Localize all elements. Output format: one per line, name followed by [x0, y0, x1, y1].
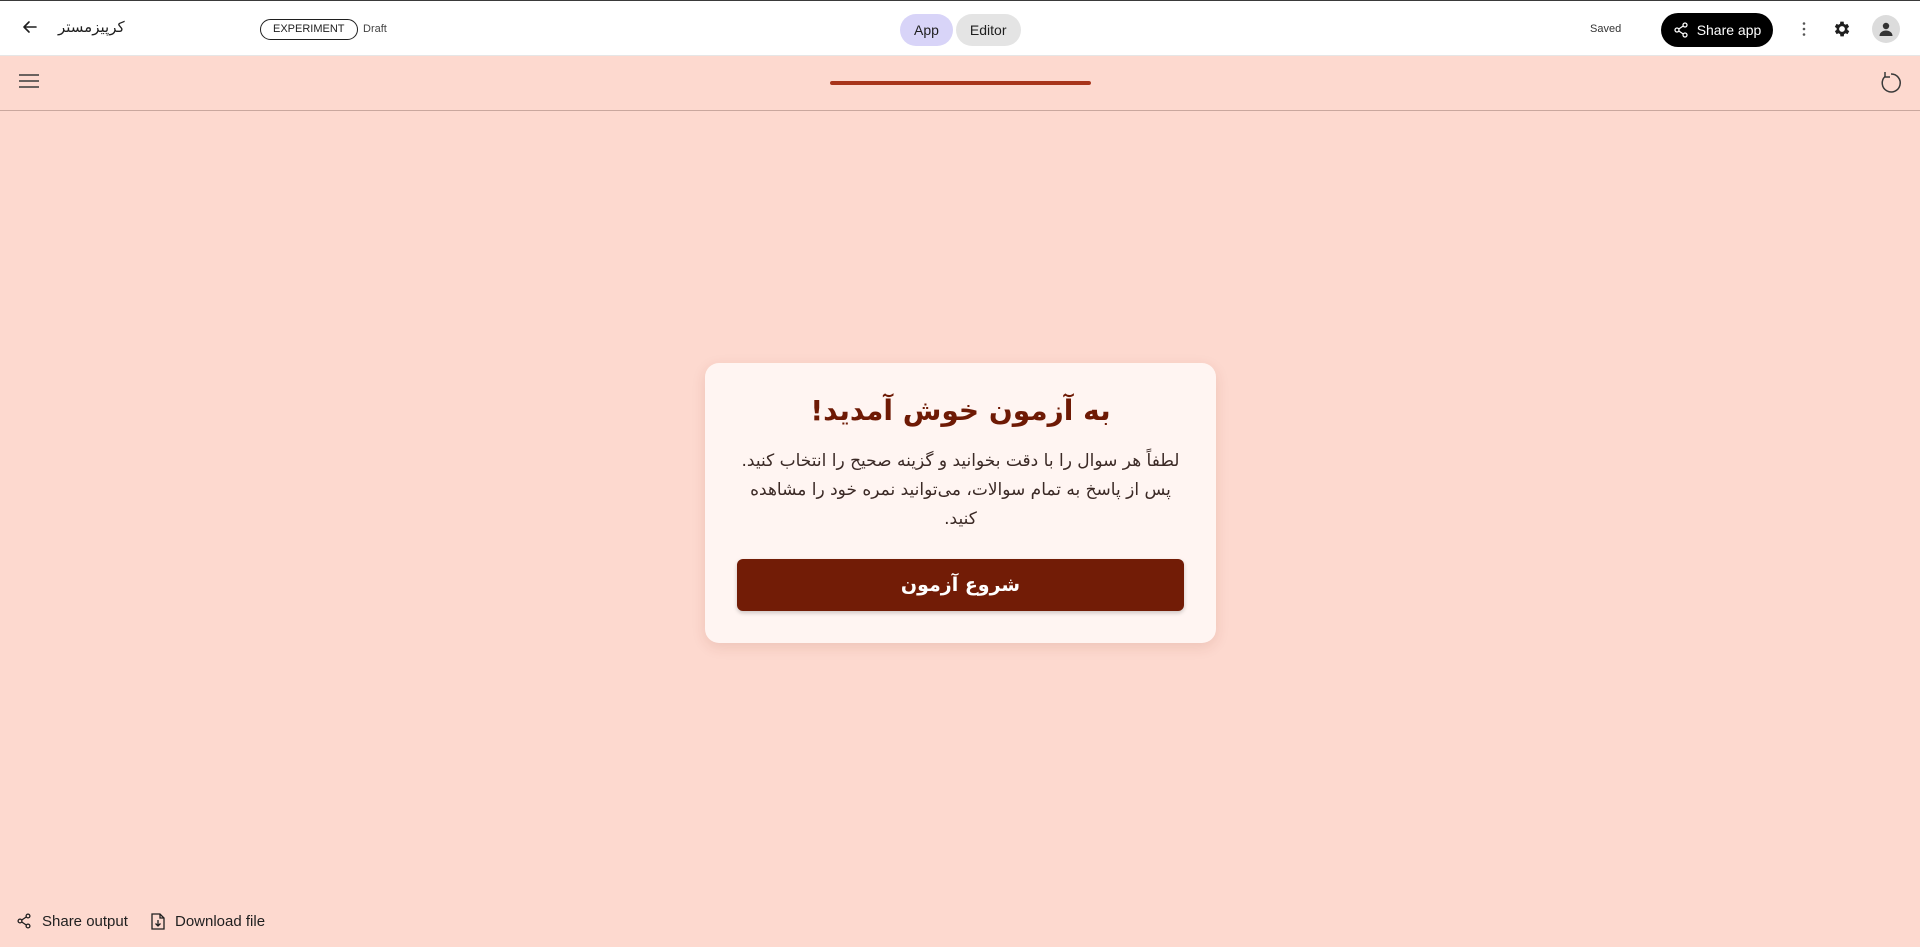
arrow-left-icon: [23, 21, 37, 33]
restart-button[interactable]: [1878, 70, 1904, 96]
download-file-label: Download file: [175, 912, 266, 930]
start-quiz-button[interactable]: شروع آزمون: [737, 559, 1184, 611]
refresh-icon: [1881, 72, 1901, 93]
file-download-icon: [151, 912, 165, 930]
app-toolbar: [0, 56, 1920, 111]
gear-icon: [1834, 21, 1850, 37]
settings-button[interactable]: [1830, 17, 1854, 41]
tab-app[interactable]: App: [900, 14, 953, 46]
avatar[interactable]: [1872, 15, 1900, 43]
experiment-badge: EXPERIMENT: [260, 19, 358, 40]
back-button[interactable]: [18, 15, 42, 39]
share-icon: [17, 913, 31, 929]
more-vert-icon: [1802, 22, 1806, 36]
mode-switch: App Editor: [900, 14, 1021, 46]
quiz-progress-bar: [830, 81, 1091, 85]
person-icon: [1879, 22, 1893, 36]
share-app-button[interactable]: Share app: [1661, 13, 1773, 47]
app-title[interactable]: کرپیزمستر: [58, 18, 125, 36]
welcome-text: لطفاً هر سوال را با دقت بخوانید و گزینه …: [741, 451, 1180, 529]
share-output-label: Share output: [42, 912, 128, 930]
saved-status: Saved: [1590, 23, 1622, 35]
draft-status: Draft: [363, 23, 387, 35]
top-bar: کرپیزمستر EXPERIMENT Draft App Editor Sa…: [0, 0, 1920, 56]
tab-editor[interactable]: Editor: [955, 14, 1021, 46]
welcome-title: به آزمون خوش آمدید!: [810, 394, 1111, 427]
more-options-button[interactable]: [1792, 17, 1816, 41]
download-file-button[interactable]: Download file: [151, 910, 265, 932]
welcome-card: به آزمون خوش آمدید! لطفاً هر سوال را با …: [705, 363, 1216, 643]
menu-button[interactable]: [18, 72, 44, 94]
share-output-button[interactable]: Share output: [16, 910, 128, 932]
menu-icon: [19, 74, 39, 88]
share-icon: [1674, 22, 1688, 38]
quiz-progress-fill: [830, 81, 1091, 85]
share-app-label: Share app: [1696, 22, 1762, 38]
